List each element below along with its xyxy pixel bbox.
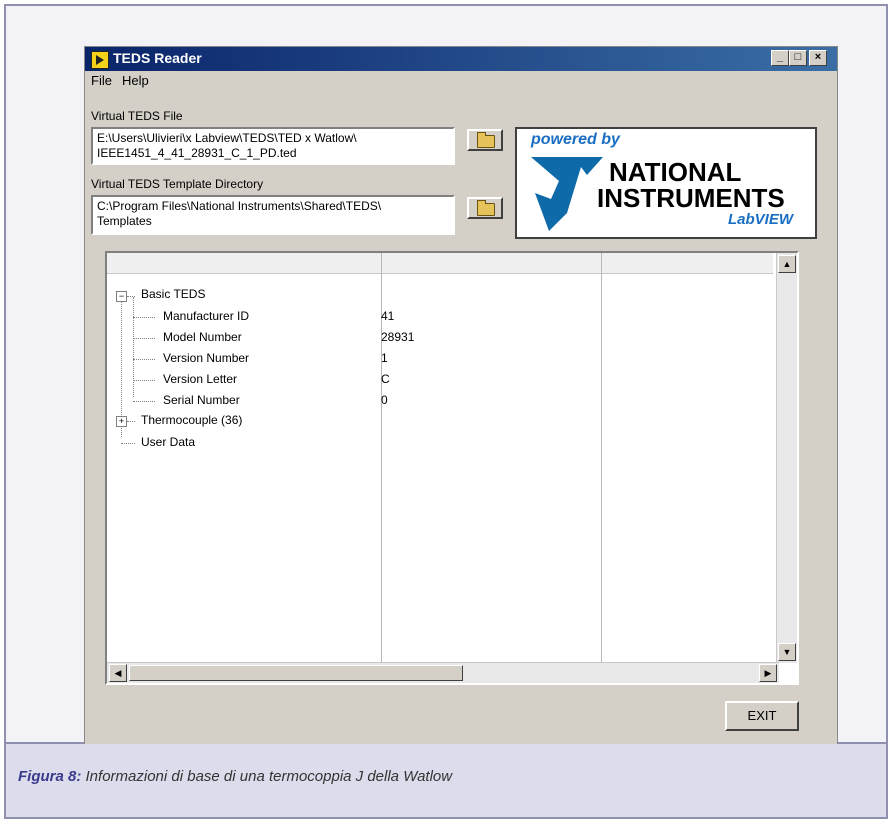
template-directory-field[interactable]: C:\Program Files\National Instruments\Sh… — [91, 195, 455, 235]
ni-eagle-icon — [531, 157, 603, 231]
figure-number: Figura 8: — [18, 768, 82, 785]
folder-icon — [477, 132, 495, 148]
browse-file-button[interactable] — [467, 129, 503, 151]
minimize-button[interactable]: _ — [771, 50, 789, 66]
tree-node-version-letter[interactable]: Version Letter — [163, 372, 237, 386]
template-directory-label: Virtual TEDS Template Directory — [91, 177, 264, 191]
browse-directory-button[interactable] — [467, 197, 503, 219]
tree-node-user-data[interactable]: User Data — [141, 435, 195, 449]
tree-line — [133, 401, 155, 402]
value-version-letter: C — [381, 372, 390, 386]
title-bar: TEDS Reader _ □ × — [85, 47, 837, 71]
collapse-icon[interactable]: − — [116, 291, 127, 302]
tree-line — [127, 421, 135, 422]
logo-powered-by: powered by — [531, 131, 620, 148]
figure-caption-text: Informazioni di base di una termocoppia … — [81, 768, 453, 785]
folder-icon — [477, 200, 495, 216]
logo-labview: LabVIEW — [727, 211, 793, 228]
logo-instruments: INSTRUMENTS — [597, 183, 785, 213]
value-manufacturer-id: 41 — [381, 309, 395, 323]
close-button[interactable]: × — [809, 50, 827, 66]
virtual-teds-file-label: Virtual TEDS File — [91, 109, 183, 123]
tree-line — [121, 443, 135, 444]
figure-frame: TEDS Reader _ □ × File Help Virtual TEDS … — [4, 4, 888, 750]
scroll-right-arrow-icon[interactable]: ▶ — [759, 664, 777, 682]
value-version-number: 1 — [381, 351, 388, 365]
tree-node-version-number[interactable]: Version Number — [163, 351, 249, 365]
menu-file[interactable]: File — [91, 73, 112, 88]
tree-node-serial-number[interactable]: Serial Number — [163, 393, 240, 407]
expand-icon[interactable]: + — [116, 416, 127, 427]
tree-line — [133, 338, 155, 339]
window-title: TEDS Reader — [113, 50, 202, 66]
teds-reader-window: TEDS Reader _ □ × File Help Virtual TEDS … — [84, 46, 838, 750]
horizontal-scrollbar[interactable]: ◀ ▶ — [107, 662, 779, 683]
figure-caption-bar: Figura 8: Informazioni di base di una te… — [4, 744, 888, 819]
maximize-button[interactable]: □ — [789, 50, 807, 66]
teds-tree-view[interactable]: − Basic TEDS Manufacturer ID 41 Model Nu… — [105, 251, 799, 685]
tree-line — [133, 380, 155, 381]
horizontal-scroll-thumb[interactable] — [129, 665, 463, 681]
tree-column-header — [107, 253, 773, 274]
tree-node-model-number[interactable]: Model Number — [163, 330, 242, 344]
tree-line — [133, 297, 134, 397]
labview-app-icon — [91, 51, 109, 69]
tree-line — [133, 317, 155, 318]
scroll-up-arrow-icon[interactable]: ▲ — [778, 255, 796, 273]
ni-labview-logo: powered by NATIONAL INSTRUMENTS LabVIEW — [515, 127, 817, 239]
tree-line — [133, 359, 155, 360]
menu-bar: File Help — [85, 73, 153, 93]
scroll-down-arrow-icon[interactable]: ▼ — [778, 643, 796, 661]
figure-caption: Figura 8: Informazioni di base di una te… — [18, 768, 452, 785]
vertical-scrollbar[interactable]: ▲ ▼ — [776, 253, 797, 663]
tree-node-thermocouple[interactable]: Thermocouple (36) — [141, 413, 242, 427]
virtual-teds-file-field[interactable]: E:\Users\Ulivieri\x Labview\TEDS\TED x W… — [91, 127, 455, 165]
tree-node-manufacturer-id[interactable]: Manufacturer ID — [163, 309, 249, 323]
menu-help[interactable]: Help — [122, 73, 149, 88]
tree-node-basic-teds[interactable]: Basic TEDS — [141, 287, 205, 301]
value-serial-number: 0 — [381, 393, 388, 407]
column-divider — [601, 253, 602, 665]
scroll-left-arrow-icon[interactable]: ◀ — [109, 664, 127, 682]
tree-line — [127, 296, 135, 297]
value-model-number: 28931 — [381, 330, 415, 344]
exit-button[interactable]: EXIT — [725, 701, 799, 731]
